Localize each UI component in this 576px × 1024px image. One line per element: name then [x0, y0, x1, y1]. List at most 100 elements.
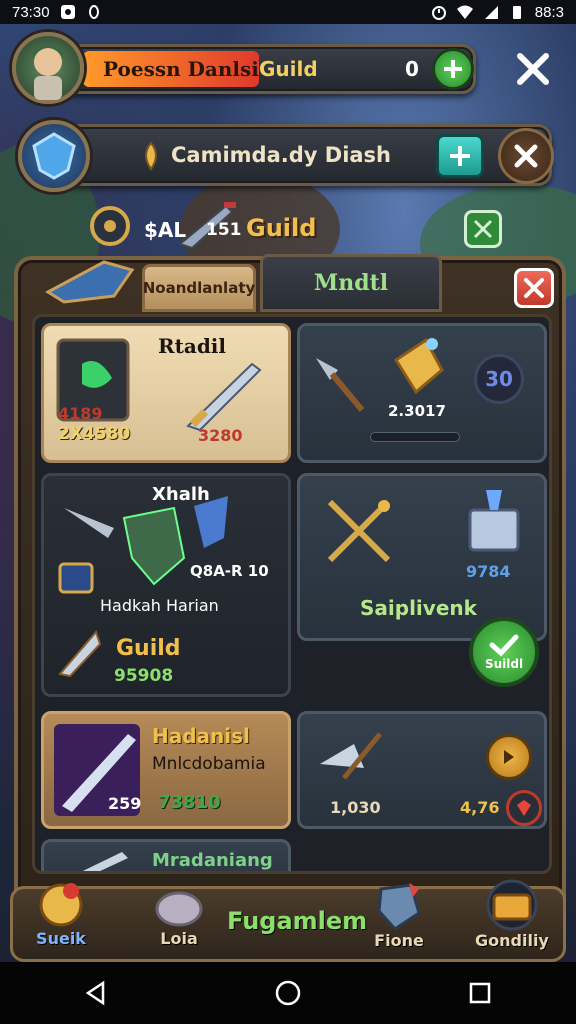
xhalh-code: Q8A-R 10: [190, 562, 269, 580]
treasure-chest-icon: [486, 879, 538, 931]
featured-item-card[interactable]: Rtadil 4189 2X4580 3280: [41, 323, 291, 463]
recents-square-icon: [469, 982, 491, 1004]
sync-icon: [86, 4, 102, 20]
player-name: Poessn Danlsi: [103, 57, 259, 81]
featured-value-bottom: 2X4580: [58, 424, 131, 444]
gauntlet-icon: [44, 252, 144, 316]
hadanisl-price: 73810: [158, 792, 221, 813]
war-axe-icon: [314, 724, 388, 790]
event-title: Camimda.dy Diash: [171, 143, 392, 167]
nav-label: Gondiliy: [475, 931, 549, 950]
nav-sueik[interactable]: Sueik: [35, 879, 87, 948]
gem-icon: [377, 883, 421, 931]
compass-icon: [88, 204, 132, 252]
recents-button[interactable]: [450, 968, 510, 1018]
avatar-portrait-icon: [32, 47, 64, 100]
xhalh-item-card[interactable]: Xhalh Q8A-R 10 Hadkah Harian Guild 95908: [41, 473, 291, 697]
nav-fugamlem[interactable]: Fugamlem: [227, 907, 367, 935]
close-icon: [514, 144, 538, 168]
red-gem-icon: [517, 800, 531, 816]
home-button[interactable]: [258, 968, 318, 1018]
inventory-panel: Noandlanlaty Mndtl Rtadil 4189 2X4580 32…: [14, 254, 566, 946]
home-circle-icon: [275, 980, 301, 1006]
app-notification-icon: [60, 4, 76, 20]
crystal-tower-icon: [464, 486, 524, 560]
seplivenk-item-card[interactable]: 9784 Saiplivenk: [297, 473, 547, 641]
inventory-grid: Rtadil 4189 2X4580 3280 2.3017 30 Xhalh: [32, 314, 552, 874]
crossed-weapons-icon: [324, 496, 394, 570]
pouch-icon: [39, 883, 83, 927]
panel-close-button[interactable]: [514, 268, 554, 308]
seplivenk-claim-label: Suildl: [484, 657, 524, 671]
partial-item-card[interactable]: Mradaniang: [41, 839, 291, 871]
close-icon: [524, 278, 544, 298]
signal-icon: [483, 4, 499, 20]
coin-icon: [139, 141, 163, 175]
guild-confirm-button[interactable]: [464, 210, 502, 248]
slot-b-warning-badge: [506, 790, 542, 826]
add-event-button[interactable]: [436, 134, 484, 178]
tab-label: Mndtl: [313, 270, 389, 296]
close-icon: [473, 219, 493, 239]
wifi-icon: [456, 4, 473, 20]
gold-chest-icon: [386, 330, 450, 404]
back-button[interactable]: [66, 968, 126, 1018]
status-time: 73:30: [12, 3, 50, 21]
alarm-icon: [431, 4, 447, 20]
featured-item-title: Rtadil: [158, 334, 226, 358]
bottom-navigation: Sueik Loia Fugamlem Fione Gondiliy: [10, 879, 566, 962]
close-button[interactable]: [510, 46, 556, 92]
battery-text: 88:3: [534, 3, 564, 21]
hadanisl-subtitle: Mnlcdobamia: [152, 754, 266, 774]
seplivenk-claim-button[interactable]: Suildl: [469, 617, 539, 687]
xhalh-subtitle: Hadkah Harian: [100, 596, 219, 615]
currency-value: 0: [405, 57, 419, 81]
seplivenk-value: 9784: [466, 562, 511, 581]
mace-icon: [308, 350, 370, 422]
seplivenk-title: Saiplivenk: [360, 596, 477, 620]
equipment-slot-card[interactable]: 1,030 4,76: [297, 711, 547, 829]
xhalh-price: 95908: [114, 666, 174, 686]
nav-gondiliy[interactable]: Gondiliy: [475, 879, 549, 950]
status-bar: 73:30 88:3: [0, 0, 576, 24]
add-currency-button[interactable]: [432, 48, 474, 90]
back-triangle-icon: [85, 980, 105, 1006]
player-avatar[interactable]: [12, 32, 84, 104]
close-icon: [517, 53, 549, 85]
slot-a-badge: 30: [474, 354, 524, 404]
hadanisl-item-card[interactable]: Hadanisl Mnlcdobamia 259 73810: [41, 711, 291, 829]
nav-fione[interactable]: Fione: [371, 879, 427, 950]
system-navigation: [0, 962, 576, 1024]
slot-a-value: 2.3017: [388, 402, 446, 420]
nav-label: Fugamlem: [227, 907, 368, 935]
plus-icon: [450, 146, 470, 166]
guild-emblem[interactable]: [18, 120, 90, 192]
arrowhead-icon: [56, 626, 102, 682]
tab-label: Noandlanlaty: [142, 279, 256, 297]
dismiss-button[interactable]: [498, 128, 554, 184]
guild-title: Guild: [246, 214, 317, 242]
slot-b-value: 4,76: [460, 798, 500, 817]
slot-b-price: 1,030: [330, 798, 381, 817]
partial-item-title: Mradaniang: [152, 850, 273, 871]
ore-rock-icon: [155, 891, 203, 927]
tab-mndtl[interactable]: Mndtl: [260, 254, 442, 312]
player-guild: Guild: [259, 57, 318, 81]
slot-a-progress: [370, 432, 460, 442]
battery-icon: [509, 4, 525, 20]
featured-value-top: 4189: [58, 404, 103, 423]
check-icon: [489, 634, 519, 657]
hadanisl-title: Hadanisl: [152, 724, 250, 748]
scroll-icon: [56, 558, 96, 602]
xhalh-guild: Guild: [116, 636, 181, 661]
nav-label: Fione: [374, 931, 424, 950]
tab-noandlanlaty[interactable]: Noandlanlaty: [142, 264, 256, 312]
slot-b-next-button[interactable]: [486, 734, 532, 780]
featured-price: 3280: [198, 426, 243, 445]
equipment-slot-card[interactable]: 2.3017 30: [297, 323, 547, 463]
shield-crest-icon: [32, 132, 76, 180]
blade-icon: [52, 848, 132, 871]
hadanisl-qty: 259: [108, 794, 142, 813]
nav-loia[interactable]: Loia: [153, 883, 205, 948]
slot-a-badge-value: 30: [485, 367, 513, 391]
